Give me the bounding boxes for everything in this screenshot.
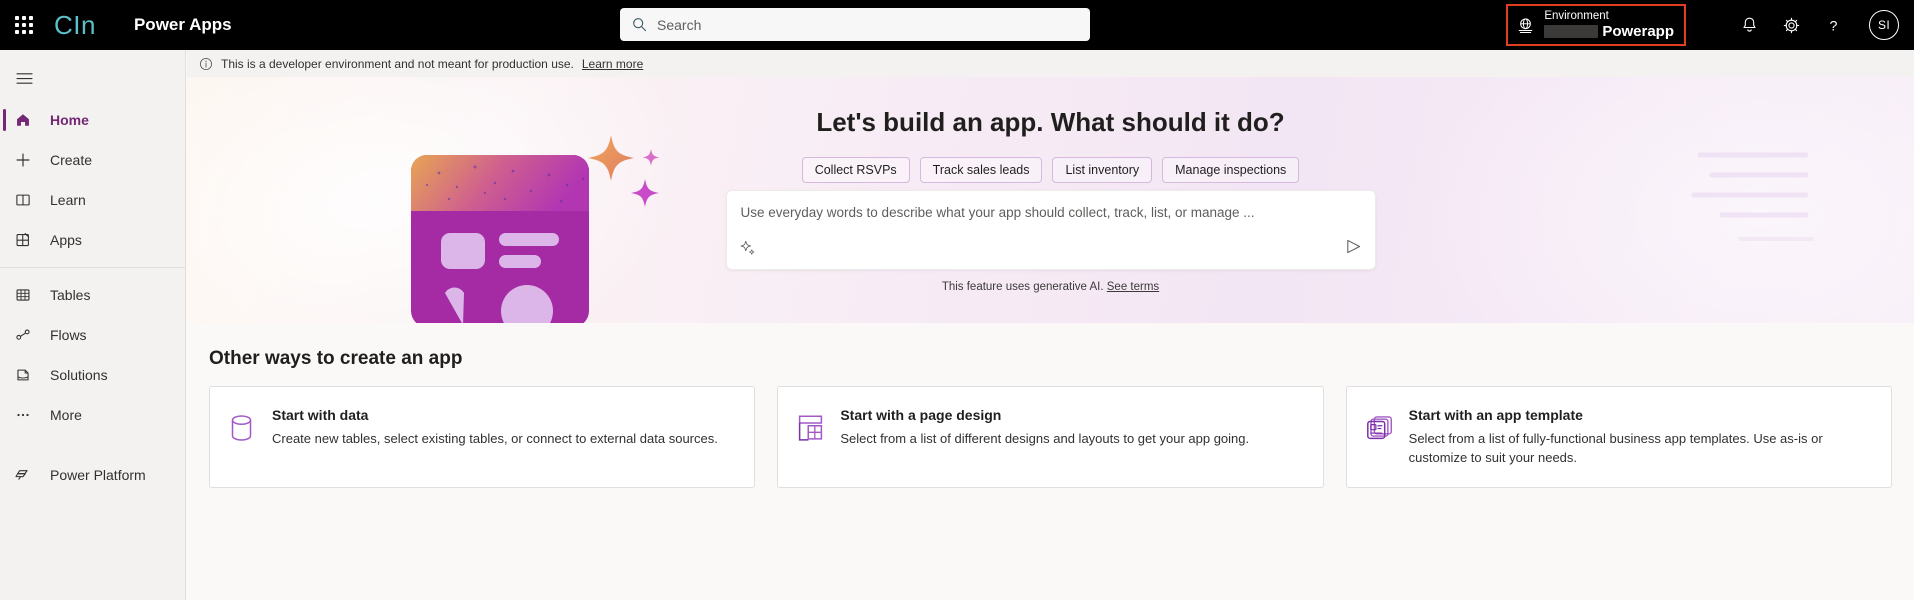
hero-decorative-lines xyxy=(1691,152,1814,241)
other-ways-section: Other ways to create an app Start with d… xyxy=(187,323,1914,600)
card-start-with-page-design[interactable]: Start with a page design Select from a l… xyxy=(777,386,1324,488)
brand-logo[interactable]: CIn xyxy=(54,10,96,41)
send-arrow-icon xyxy=(1346,239,1360,254)
app-template-icon xyxy=(1365,413,1409,448)
card-body: Start with a page design Select from a l… xyxy=(840,407,1304,449)
sidebar-divider xyxy=(0,267,185,268)
search-input[interactable] xyxy=(657,16,1078,33)
prompt-input[interactable] xyxy=(740,205,1361,220)
search-box[interactable] xyxy=(620,8,1090,41)
sidebar-item-label: Learn xyxy=(50,192,86,208)
sidebar-bottom-section: Power Platform xyxy=(0,455,185,495)
sidebar-item-solutions[interactable]: Solutions xyxy=(0,355,185,395)
sidebar-item-label: More xyxy=(50,407,82,423)
card-body: Start with an app template Select from a… xyxy=(1409,407,1873,468)
sidebar-item-label: Create xyxy=(50,152,93,168)
sidebar-item-power-platform[interactable]: Power Platform xyxy=(0,455,185,495)
card-description: Create new tables, select existing table… xyxy=(272,431,718,446)
home-icon xyxy=(14,111,44,129)
user-account-button[interactable]: SI xyxy=(1854,0,1914,50)
table-grid-icon xyxy=(14,286,44,304)
power-platform-icon xyxy=(14,466,44,484)
app-launcher-button[interactable] xyxy=(0,0,48,50)
environment-name: Powerapp xyxy=(1602,22,1674,40)
nav-collapse-button[interactable] xyxy=(0,56,48,100)
card-title: Start with data xyxy=(272,407,369,423)
sidebar-item-home[interactable]: Home xyxy=(0,100,185,140)
sparkle-ai-button[interactable] xyxy=(739,239,756,261)
card-start-with-app-template[interactable]: Start with an app template Select from a… xyxy=(1345,386,1892,488)
see-terms-link[interactable]: See terms xyxy=(1107,281,1159,293)
flow-icon xyxy=(14,326,44,344)
notice-text: This is a developer environment and not … xyxy=(221,56,574,71)
sidebar-item-more[interactable]: More xyxy=(0,395,185,435)
generative-ai-disclaimer: This feature uses generative AI. See ter… xyxy=(187,281,1914,293)
hero-title: Let's build an app. What should it do? xyxy=(816,107,1285,137)
question-mark-icon: ? xyxy=(1829,18,1837,34)
redacted-block xyxy=(1544,25,1599,39)
environment-label: Environment xyxy=(1544,9,1609,22)
create-option-cards: Start with data Create new tables, selec… xyxy=(209,386,1892,488)
avatar: SI xyxy=(1869,10,1899,40)
hamburger-icon xyxy=(15,72,33,84)
sidebar-item-learn[interactable]: Learn xyxy=(0,180,185,220)
card-description: Select from a list of fully-functional b… xyxy=(1408,431,1823,465)
app-description-prompt-box[interactable] xyxy=(725,190,1376,270)
app-launcher-icon xyxy=(15,16,33,34)
sidebar-item-tables[interactable]: Tables xyxy=(0,275,185,315)
card-title: Start with an app template xyxy=(1408,407,1583,423)
card-start-with-data[interactable]: Start with data Create new tables, selec… xyxy=(209,386,756,488)
settings-button[interactable] xyxy=(1770,0,1812,50)
info-circle-icon xyxy=(199,57,213,70)
chip-manage-inspections[interactable]: Manage inspections xyxy=(1162,157,1300,183)
chip-collect-rsvps[interactable]: Collect RSVPs xyxy=(801,157,910,183)
ai-note-text: This feature uses generative AI. xyxy=(941,281,1104,293)
svg-text:?: ? xyxy=(1829,18,1837,34)
other-ways-title: Other ways to create an app xyxy=(209,348,463,369)
app-title[interactable]: Power Apps xyxy=(134,15,232,35)
developer-environment-notice: This is a developer environment and not … xyxy=(187,50,1914,77)
ellipsis-icon xyxy=(14,406,44,424)
sidebar-item-label: Solutions xyxy=(50,367,108,383)
plus-icon xyxy=(14,151,44,169)
global-search[interactable] xyxy=(620,8,1090,41)
sidebar-item-label: Tables xyxy=(50,287,91,303)
sidebar-item-label: Apps xyxy=(50,232,82,248)
chip-track-sales-leads[interactable]: Track sales leads xyxy=(919,157,1043,183)
book-icon xyxy=(14,191,44,209)
card-title: Start with a page design xyxy=(840,407,1002,423)
sidebar-item-create[interactable]: Create xyxy=(0,140,185,180)
send-prompt-button[interactable] xyxy=(1344,237,1363,261)
search-icon xyxy=(633,18,647,32)
solutions-icon xyxy=(14,366,44,384)
hero-section: Let's build an app. What should it do? C… xyxy=(187,77,1914,323)
sidebar-item-apps[interactable]: Apps xyxy=(0,220,185,260)
environment-globe-icon xyxy=(1519,17,1533,33)
environment-value-row: Powerapp xyxy=(1544,23,1674,40)
suggestion-chips: Collect RSVPs Track sales leads List inv… xyxy=(187,157,1914,183)
environment-picker[interactable]: Environment Powerapp xyxy=(1506,4,1686,46)
apps-grid-icon xyxy=(14,231,44,249)
sidebar-item-flows[interactable]: Flows xyxy=(0,315,185,355)
page-design-icon xyxy=(796,413,840,448)
help-button[interactable]: ? xyxy=(1812,0,1854,50)
left-navigation-sidebar: Home Create Learn Apps Tables Flows Solu… xyxy=(0,50,186,600)
notifications-button[interactable] xyxy=(1728,0,1770,50)
sparkle-ai-icon xyxy=(740,240,754,255)
environment-text: Environment Powerapp xyxy=(1544,10,1674,40)
database-cylinder-icon xyxy=(228,413,272,448)
chip-list-inventory[interactable]: List inventory xyxy=(1052,157,1153,183)
card-description: Select from a list of different designs … xyxy=(840,431,1250,446)
card-body: Start with data Create new tables, selec… xyxy=(272,407,736,449)
notice-learn-more-link[interactable]: Learn more xyxy=(582,57,643,71)
sidebar-item-label: Power Platform xyxy=(50,467,146,483)
top-header-bar: CIn Power Apps Environment Powerapp xyxy=(0,0,1914,50)
sidebar-item-label: Flows xyxy=(50,327,87,343)
sidebar-item-label: Home xyxy=(50,112,89,128)
header-right-cluster: Environment Powerapp ? SI xyxy=(1506,0,1914,50)
gear-icon xyxy=(1783,17,1799,33)
bell-icon xyxy=(1742,17,1756,32)
